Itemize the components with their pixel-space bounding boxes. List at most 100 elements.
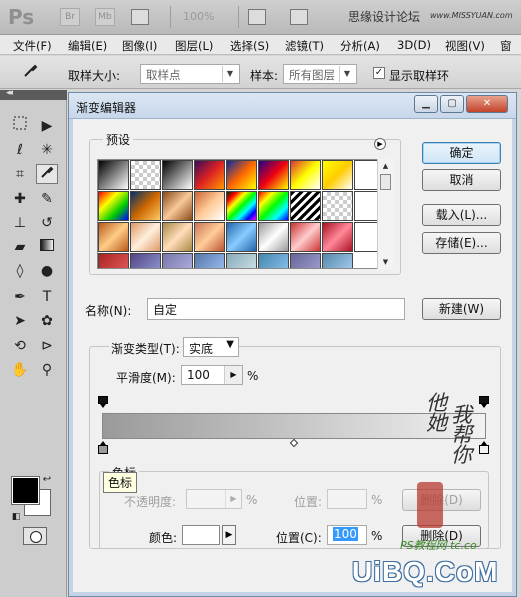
- menu-select[interactable]: 选择(S): [230, 38, 269, 54]
- color-stop-right[interactable]: [479, 441, 489, 455]
- menu-3d[interactable]: 3D(D): [397, 38, 431, 52]
- sample-select[interactable]: 所有图层 ▼: [283, 64, 357, 84]
- preset-swatch[interactable]: [258, 160, 289, 190]
- menu-analysis[interactable]: 分析(A): [340, 38, 380, 54]
- color-menu-arrow-icon[interactable]: ▶: [222, 525, 236, 545]
- swap-colors-icon[interactable]: ↩: [40, 473, 54, 487]
- menu-filter[interactable]: 滤镜(T): [285, 38, 324, 54]
- 3d-orbit-tool-icon[interactable]: ⊳: [36, 336, 58, 356]
- preset-swatch[interactable]: [226, 191, 257, 221]
- presets-menu-arrow-icon[interactable]: ▶: [374, 138, 386, 150]
- eyedropper-tool-icon[interactable]: [36, 164, 58, 184]
- magic-wand-tool-icon[interactable]: ✳: [36, 140, 58, 160]
- preset-swatch[interactable]: [194, 191, 225, 221]
- dodge-tool-icon[interactable]: ●: [36, 261, 58, 281]
- lasso-tool-icon[interactable]: ℓ: [9, 140, 31, 160]
- preset-swatch[interactable]: [130, 160, 161, 190]
- menu-image[interactable]: 图像(I): [122, 38, 157, 54]
- gradient-tool-icon[interactable]: [36, 237, 58, 257]
- minimize-icon[interactable]: ▁: [414, 95, 438, 113]
- preset-swatch[interactable]: [162, 222, 193, 252]
- preset-swatch[interactable]: [290, 222, 321, 252]
- preset-swatch[interactable]: [162, 160, 193, 190]
- color-location-field[interactable]: 100: [327, 525, 367, 545]
- zoom-level[interactable]: 100%: [183, 10, 214, 23]
- bridge-button[interactable]: Br: [60, 8, 80, 26]
- foreground-color-swatch[interactable]: [11, 476, 40, 505]
- crop-tool-icon[interactable]: ⌗: [9, 164, 31, 184]
- preset-swatch[interactable]: [322, 160, 353, 190]
- presets-scrollbar[interactable]: ▲ ▼: [377, 159, 393, 269]
- stepper-arrow-icon[interactable]: ▶: [224, 366, 242, 384]
- preset-swatch[interactable]: [226, 222, 257, 252]
- eyedropper-preset-icon[interactable]: [20, 62, 42, 82]
- smoothness-field[interactable]: 100 ▶: [181, 365, 243, 385]
- preset-swatch[interactable]: [226, 253, 257, 268]
- preset-swatch[interactable]: [194, 253, 225, 268]
- eraser-tool-icon[interactable]: ▰: [9, 237, 31, 257]
- new-button[interactable]: 新建(W): [422, 298, 501, 320]
- preset-swatch[interactable]: [290, 160, 321, 190]
- view-extras-icon[interactable]: [131, 9, 149, 25]
- mini-bridge-button[interactable]: Mb: [95, 8, 115, 26]
- quick-mask-button[interactable]: [23, 527, 47, 545]
- name-field[interactable]: 自定: [147, 298, 405, 320]
- scroll-up-icon[interactable]: ▲: [378, 159, 393, 173]
- marquee-tool-icon[interactable]: [9, 116, 31, 136]
- preset-swatch[interactable]: [162, 253, 193, 268]
- menu-layer[interactable]: 图层(L): [175, 38, 213, 54]
- preset-swatch[interactable]: [258, 253, 289, 268]
- preset-swatch[interactable]: [322, 222, 353, 252]
- pen-tool-icon[interactable]: ✒: [9, 287, 31, 307]
- menu-view[interactable]: 视图(V): [445, 38, 485, 54]
- close-icon[interactable]: ✕: [466, 95, 508, 113]
- preset-swatch[interactable]: [258, 191, 289, 221]
- load-button[interactable]: 载入(L)...: [422, 204, 501, 226]
- preset-swatch[interactable]: [98, 253, 129, 268]
- cancel-button[interactable]: 取消: [422, 169, 501, 191]
- blur-tool-icon[interactable]: ◊: [9, 261, 31, 281]
- preset-swatch[interactable]: [98, 191, 129, 221]
- clone-stamp-tool-icon[interactable]: ⊥: [9, 213, 31, 233]
- type-tool-icon[interactable]: T: [36, 287, 58, 307]
- preset-swatch[interactable]: [226, 160, 257, 190]
- toolbox-header[interactable]: ◂◂: [0, 88, 67, 100]
- show-ring-checkbox[interactable]: ✓: [373, 67, 385, 79]
- preset-swatch[interactable]: [130, 253, 161, 268]
- preset-swatch[interactable]: [290, 191, 321, 221]
- preset-swatch[interactable]: [130, 191, 161, 221]
- preset-swatch[interactable]: [162, 191, 193, 221]
- preset-swatch[interactable]: [290, 253, 321, 268]
- ok-button[interactable]: 确定: [422, 142, 501, 164]
- history-brush-tool-icon[interactable]: ↺: [36, 213, 58, 233]
- path-selection-tool-icon[interactable]: ➤: [9, 311, 31, 331]
- zoom-tool-icon[interactable]: ⚲: [36, 360, 58, 380]
- save-button[interactable]: 存储(E)...: [422, 232, 501, 254]
- gradient-type-select[interactable]: 实底 ▼: [183, 337, 239, 357]
- preset-swatch[interactable]: [194, 160, 225, 190]
- stop-color-swatch[interactable]: [182, 525, 220, 545]
- opacity-stop-left[interactable]: [98, 396, 108, 409]
- move-tool-icon[interactable]: ▶: [36, 116, 58, 136]
- arrange-documents-icon[interactable]: [248, 9, 266, 25]
- scroll-down-icon[interactable]: ▼: [378, 255, 393, 269]
- screen-mode-icon[interactable]: [290, 9, 308, 25]
- menu-file[interactable]: 文件(F): [13, 38, 52, 54]
- scroll-thumb[interactable]: [380, 174, 391, 190]
- 3d-rotate-tool-icon[interactable]: ⟲: [9, 336, 31, 356]
- healing-brush-tool-icon[interactable]: ✚: [9, 189, 31, 209]
- hand-tool-icon[interactable]: ✋: [9, 360, 31, 380]
- preset-swatch[interactable]: [258, 222, 289, 252]
- menu-edit[interactable]: 编辑(E): [68, 38, 107, 54]
- preset-swatch[interactable]: [98, 222, 129, 252]
- dialog-title-bar[interactable]: 渐变编辑器 ▁ ▢ ✕: [69, 93, 516, 119]
- preset-swatch[interactable]: [194, 222, 225, 252]
- maximize-icon[interactable]: ▢: [440, 95, 464, 113]
- preset-swatch[interactable]: [322, 191, 353, 221]
- color-stop-left[interactable]: [98, 441, 108, 455]
- default-colors-icon[interactable]: ◧: [9, 510, 23, 524]
- opacity-stop-right[interactable]: [479, 396, 489, 409]
- preset-swatch[interactable]: [130, 222, 161, 252]
- preset-swatch[interactable]: [98, 160, 129, 190]
- preset-swatch[interactable]: [322, 253, 353, 268]
